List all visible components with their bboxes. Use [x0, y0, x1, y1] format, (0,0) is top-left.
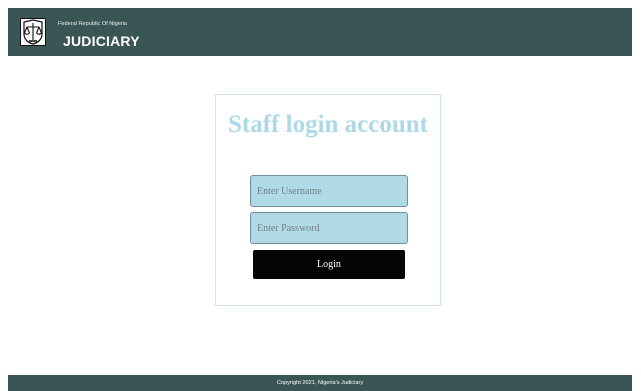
login-page: Federal Republic Of Nigeria JUDICIARY St…	[0, 0, 641, 391]
site-header: Federal Republic Of Nigeria JUDICIARY	[8, 8, 632, 56]
username-input[interactable]	[250, 175, 408, 207]
login-heading: Staff login account	[228, 111, 428, 138]
country-subtitle: Federal Republic Of Nigeria	[58, 21, 128, 27]
copyright-text: Copyright 2021, Nigeria's Judiciary	[276, 380, 364, 386]
staff-login-card: Staff login account Login	[215, 94, 441, 306]
site-footer: Copyright 2021, Nigeria's Judiciary	[8, 375, 632, 391]
site-title: JUDICIARY	[63, 33, 140, 49]
scales-of-justice-crest-icon	[20, 18, 46, 46]
login-button[interactable]: Login	[253, 250, 405, 279]
password-input[interactable]	[250, 212, 408, 244]
